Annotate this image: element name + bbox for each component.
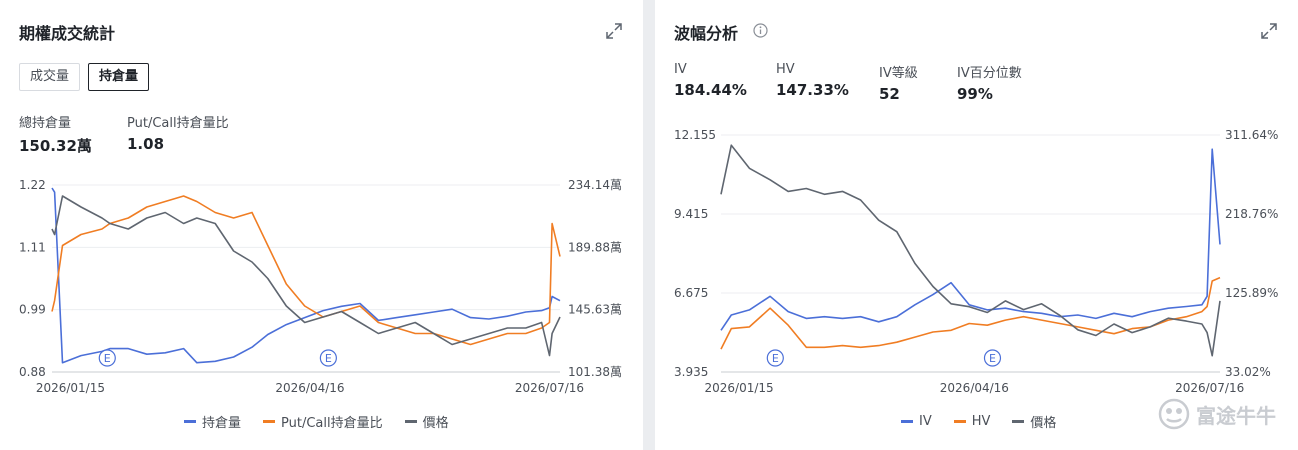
y-tick-label-left: 1.11 (19, 240, 46, 254)
y-tick-label-left: 1.22 (19, 178, 46, 192)
legend-item-price[interactable]: 價格 (404, 412, 449, 431)
y-tick-label-right: 311.64% (1225, 128, 1278, 142)
y-tick-label-right: 125.89% (1225, 286, 1278, 300)
y-tick-label-left: 0.88 (19, 365, 46, 379)
x-tick-label: 2026/04/16 (275, 381, 344, 395)
chart-legend: 持倉量 Put/Call持倉量比 價格 (184, 412, 449, 431)
x-tick-label: 2026/07/16 (1175, 381, 1244, 395)
volatility-panel: 波幅分析 IV 184.44% HV 147.33% IV等級 52 IV百分位… (655, 0, 1298, 450)
y-tick-label-left: 0.99 (19, 303, 46, 317)
open-interest-chart: 1.22 234.14萬 1.11 189.88萬 0.99 145.63萬 0.88 101… (19, 178, 622, 395)
futu-logo-icon (1158, 398, 1190, 430)
y-tick-label-right: 218.76% (1225, 207, 1278, 221)
x-tick-label: 2026/01/15 (705, 381, 774, 395)
earnings-marker-label: E (989, 352, 996, 365)
volatility-chart: 12.155 311.64% 9.415 218.76% 6.675 125.89% 3.9… (674, 128, 1278, 395)
legend-item-iv[interactable]: IV (901, 412, 932, 431)
y-tick-label-left: 12.155 (674, 128, 716, 142)
series-line-IV (720, 148, 1221, 331)
series-line-價格 (51, 195, 561, 357)
series-line-持倉量 (51, 187, 561, 364)
earnings-marker-label: E (325, 352, 332, 365)
y-tick-label-right: 101.38萬 (568, 365, 622, 379)
chart-legend: IV HV 價格 (901, 412, 1056, 431)
y-tick-label-right: 234.14萬 (568, 178, 622, 192)
option-volume-panel: 期權成交統計 成交量 持倉量 總持倉量 150.32萬 Put/Call持倉量比… (0, 0, 643, 450)
y-tick-label-right: 145.63萬 (568, 303, 622, 317)
y-tick-label-right: 33.02% (1225, 365, 1271, 379)
x-tick-label: 2026/04/16 (940, 381, 1009, 395)
x-tick-label: 2026/01/15 (36, 381, 105, 395)
legend-item-open-interest[interactable]: 持倉量 (184, 412, 241, 431)
legend-item-put-call-ratio[interactable]: Put/Call持倉量比 (263, 412, 383, 431)
legend-item-hv[interactable]: HV (953, 412, 990, 431)
y-tick-label-left: 9.415 (674, 207, 708, 221)
y-tick-label-right: 189.88萬 (568, 240, 622, 254)
earnings-marker-label: E (104, 352, 111, 365)
legend-item-price[interactable]: 價格 (1012, 412, 1056, 431)
x-tick-label: 2026/07/16 (515, 381, 584, 395)
y-tick-label-left: 3.935 (674, 365, 708, 379)
watermark: 富途牛牛 (1158, 398, 1276, 430)
earnings-marker-label: E (772, 352, 779, 365)
y-tick-label-left: 6.675 (674, 286, 708, 300)
